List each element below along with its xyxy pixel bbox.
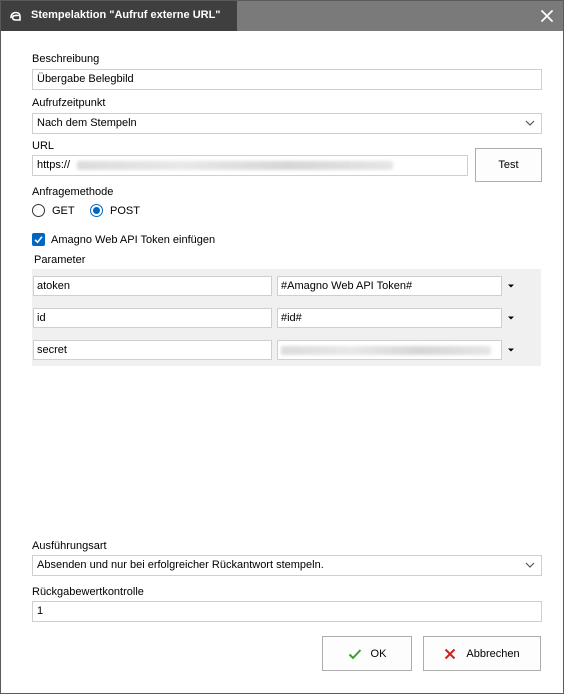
ok-button-label: OK: [370, 647, 387, 660]
token-checkbox-label[interactable]: Amagno Web API Token einfügen: [51, 234, 215, 246]
chevron-down-icon: [525, 120, 535, 126]
dropdown-arrow-icon[interactable]: [507, 283, 515, 289]
title-area: Stempelaktion "Aufruf externe URL": [1, 1, 237, 31]
radio-post-label[interactable]: POST: [110, 205, 140, 217]
checkmark-icon: [348, 648, 361, 659]
title-bar[interactable]: Stempelaktion "Aufruf externe URL": [1, 1, 563, 31]
beschreibung-label: Beschreibung: [32, 53, 100, 65]
checkmark-icon: [34, 236, 43, 244]
parameter-panel: atoken #Amagno Web API Token# id #id# se…: [32, 269, 541, 366]
aufrufzeitpunkt-select[interactable]: Nach dem Stempeln: [32, 113, 542, 134]
url-value: https://: [37, 159, 71, 171]
param-value-input[interactable]: [277, 340, 502, 360]
param-value-input[interactable]: #Amagno Web API Token#: [277, 276, 502, 296]
radio-post[interactable]: [90, 204, 103, 217]
dropdown-arrow-icon[interactable]: [507, 315, 515, 321]
rueckgabe-label: Rückgabewertkontrolle: [32, 586, 144, 598]
secret-redacted: [281, 345, 491, 355]
app-logo-icon: [10, 11, 21, 21]
ausfuehrungsart-label: Ausführungsart: [32, 540, 107, 552]
window-title: Stempelaktion "Aufruf externe URL": [31, 9, 221, 21]
url-redacted: [77, 160, 394, 170]
parameter-label: Parameter: [34, 254, 86, 266]
cancel-button[interactable]: Abbrechen: [423, 636, 541, 671]
radio-get[interactable]: [32, 204, 45, 217]
rueckgabe-input[interactable]: 1: [32, 601, 542, 622]
param-name-input[interactable]: secret: [33, 340, 272, 360]
param-value-input[interactable]: #id#: [277, 308, 502, 328]
ausfuehrungsart-select[interactable]: Absenden und nur bei erfolgreicher Rücka…: [32, 555, 542, 576]
close-icon: [541, 10, 553, 22]
ok-button[interactable]: OK: [322, 636, 412, 671]
aufrufzeitpunkt-label: Aufrufzeitpunkt: [32, 97, 106, 109]
dropdown-arrow-icon[interactable]: [507, 347, 515, 353]
url-input[interactable]: https://: [32, 155, 468, 176]
test-button[interactable]: Test: [475, 148, 542, 182]
dialog-window: Stempelaktion "Aufruf externe URL" Besch…: [0, 0, 564, 694]
token-checkbox[interactable]: [32, 233, 45, 246]
close-button[interactable]: [535, 4, 559, 28]
x-icon: [445, 648, 456, 659]
radio-get-label[interactable]: GET: [52, 205, 75, 217]
anfragemethode-label: Anfragemethode: [32, 186, 114, 198]
url-label: URL: [32, 140, 55, 152]
cancel-button-label: Abbrechen: [466, 647, 520, 660]
beschreibung-input[interactable]: Übergabe Belegbild: [32, 69, 542, 90]
ausfuehrungsart-value: Absenden und nur bei erfolgreicher Rücka…: [37, 559, 324, 571]
chevron-down-icon: [525, 562, 535, 568]
param-name-input[interactable]: atoken: [33, 276, 272, 296]
aufrufzeitpunkt-value: Nach dem Stempeln: [37, 117, 137, 129]
param-name-input[interactable]: id: [33, 308, 272, 328]
